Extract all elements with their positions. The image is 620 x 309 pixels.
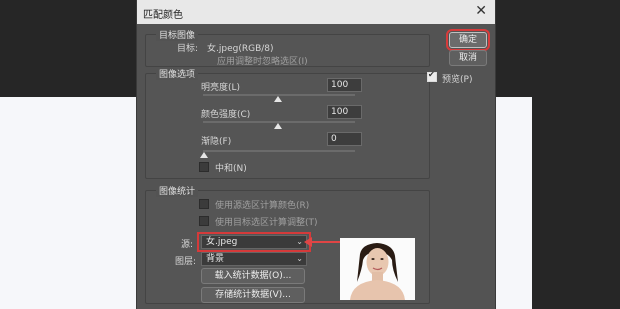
- match-color-dialog: 匹配颜色 ✕ 目标图像 目标: 女.jpeg(RGB/8) 应用调整时忽略选区(…: [136, 0, 496, 309]
- neutralize-checkbox[interactable]: [199, 162, 209, 172]
- luminance-slider-thumb[interactable]: [274, 96, 282, 102]
- intensity-slider-thumb[interactable]: [274, 123, 282, 129]
- annotation-arrow-icon: [304, 237, 342, 247]
- stats-group-label: 图像统计: [156, 184, 199, 197]
- intensity-input[interactable]: 100: [327, 105, 362, 119]
- use-source-selection-checkbox[interactable]: [199, 199, 209, 209]
- fade-input[interactable]: 0: [327, 132, 362, 146]
- intensity-label: 颜色强度(C): [201, 110, 251, 120]
- target-group-label: 目标图像: [156, 28, 199, 41]
- use-source-selection-label: 使用源选区计算颜色(R): [215, 201, 310, 211]
- dialog-titlebar: 匹配颜色 ✕: [137, 0, 495, 24]
- options-group-label: 图像选项: [156, 67, 199, 80]
- target-value: 女.jpeg(RGB/8): [207, 44, 274, 54]
- luminance-input[interactable]: 100: [327, 78, 362, 92]
- preview-label: 预览(P): [442, 75, 473, 85]
- source-highlight-box: [197, 232, 311, 252]
- dialog-title: 匹配颜色: [143, 10, 183, 21]
- close-icon[interactable]: ✕: [475, 3, 487, 19]
- layer-value: 背景: [206, 254, 225, 264]
- ignore-selection-option: 应用调整时忽略选区(I): [217, 57, 308, 67]
- use-target-selection-checkbox[interactable]: [199, 216, 209, 226]
- layer-label: 图层:: [175, 257, 197, 267]
- target-label: 目标:: [177, 44, 199, 54]
- image-options-group: 图像选项: [145, 67, 430, 179]
- cancel-button[interactable]: 取消: [449, 50, 487, 66]
- luminance-label: 明亮度(L): [201, 83, 241, 93]
- save-statistics-button[interactable]: 存储统计数据(V)...: [201, 287, 305, 303]
- layer-select[interactable]: 背景 ⌄: [201, 252, 307, 266]
- source-preview-image: [340, 238, 415, 300]
- fade-slider-thumb[interactable]: [200, 152, 208, 158]
- load-statistics-button[interactable]: 载入统计数据(O)...: [201, 268, 305, 284]
- source-label: 源:: [181, 240, 194, 250]
- neutralize-label: 中和(N): [215, 164, 247, 174]
- preview-checkbox[interactable]: [427, 70, 437, 82]
- fade-label: 渐隐(F): [201, 137, 232, 147]
- portrait-thumbnail: [340, 238, 415, 300]
- canvas-left: [0, 97, 142, 309]
- fade-slider[interactable]: [203, 150, 355, 152]
- ok-button[interactable]: 确定: [446, 29, 490, 51]
- use-target-selection-label: 使用目标选区计算调整(T): [215, 218, 318, 228]
- chevron-down-icon: ⌄: [296, 254, 303, 263]
